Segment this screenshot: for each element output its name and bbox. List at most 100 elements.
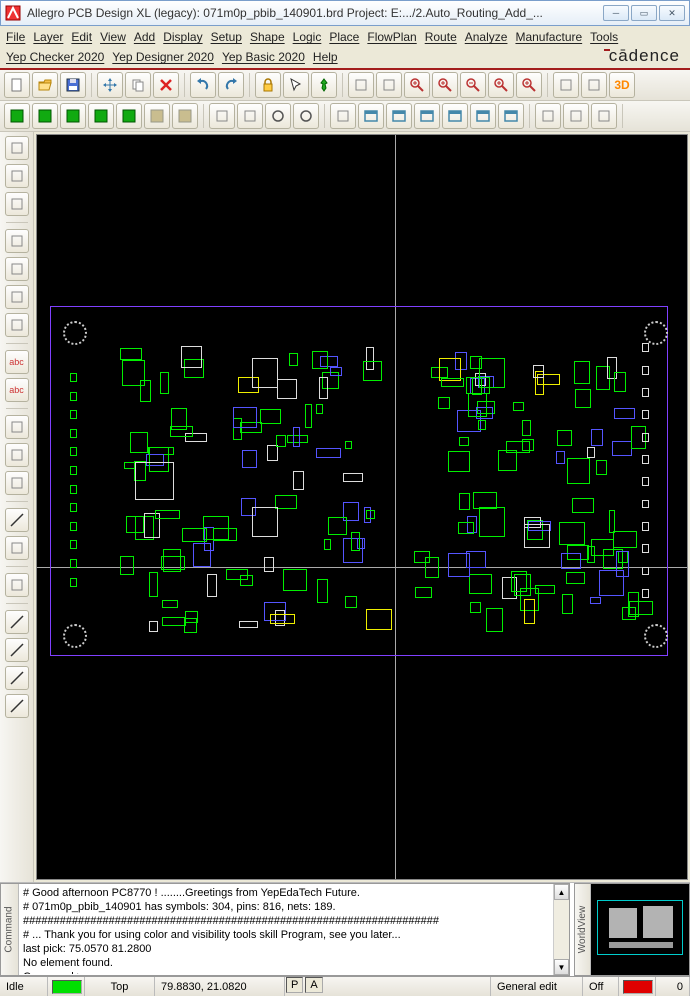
component[interactable] — [239, 621, 257, 629]
component[interactable] — [351, 532, 360, 551]
layers-button[interactable] — [5, 229, 29, 253]
panel2-button[interactable] — [386, 103, 412, 129]
component[interactable] — [587, 447, 595, 458]
component[interactable] — [559, 522, 584, 545]
component[interactable] — [561, 553, 581, 569]
component[interactable] — [567, 458, 590, 484]
undo-button[interactable] — [190, 72, 216, 98]
status-p-toggle[interactable]: P — [286, 977, 303, 993]
status-layer-swatch[interactable] — [52, 980, 82, 994]
component[interactable] — [438, 397, 450, 409]
component[interactable] — [126, 516, 144, 532]
component[interactable] — [70, 429, 78, 438]
component[interactable] — [574, 361, 590, 383]
component[interactable] — [642, 343, 650, 352]
red-sel-button[interactable] — [376, 72, 402, 98]
component[interactable] — [458, 522, 475, 534]
flag1-button[interactable] — [209, 103, 235, 129]
zoom-prev-button[interactable] — [516, 72, 542, 98]
component[interactable] — [293, 471, 304, 490]
scroll-up-button[interactable]: ▲ — [554, 884, 569, 900]
component[interactable] — [479, 507, 505, 537]
text-button[interactable] — [5, 536, 29, 560]
component[interactable] — [130, 432, 148, 454]
ratsnest-button[interactable] — [5, 192, 29, 216]
menu-edit[interactable]: Edit — [71, 30, 92, 44]
save-button[interactable] — [60, 72, 86, 98]
component[interactable] — [642, 366, 650, 375]
zoom-fit-button[interactable] — [432, 72, 458, 98]
component[interactable] — [343, 473, 363, 482]
component[interactable] — [328, 517, 347, 535]
panel3-button[interactable] — [414, 103, 440, 129]
component[interactable] — [252, 507, 278, 537]
maximize-button[interactable]: ▭ — [631, 5, 657, 21]
component[interactable] — [316, 448, 341, 458]
component[interactable] — [160, 372, 169, 395]
minimize-button[interactable]: ─ — [603, 5, 629, 21]
panel1-button[interactable] — [358, 103, 384, 129]
menu-analyze[interactable]: Analyze — [465, 30, 508, 44]
grp-f-button[interactable] — [144, 103, 170, 129]
dim-h-button[interactable] — [563, 103, 589, 129]
scroll-down-button[interactable]: ▼ — [554, 959, 569, 975]
component[interactable] — [642, 567, 650, 576]
component[interactable] — [70, 559, 78, 568]
component[interactable] — [590, 597, 601, 605]
net-button[interactable] — [5, 313, 29, 337]
worldview-canvas[interactable] — [591, 884, 689, 975]
grp-b-button[interactable] — [32, 103, 58, 129]
component[interactable] — [613, 531, 637, 548]
component[interactable] — [612, 441, 633, 456]
menu-shape[interactable]: Shape — [250, 30, 285, 44]
add-button[interactable] — [5, 257, 29, 281]
delete-button[interactable] — [153, 72, 179, 98]
component[interactable] — [557, 430, 572, 447]
component[interactable] — [289, 353, 297, 365]
3d-button[interactable]: 3D — [609, 72, 635, 98]
component[interactable] — [226, 569, 248, 580]
status-a-toggle[interactable]: A — [305, 977, 322, 993]
component[interactable] — [366, 510, 375, 520]
menu-yep-checker-2020[interactable]: Yep Checker 2020 — [6, 50, 104, 64]
component[interactable] — [524, 599, 535, 624]
component[interactable] — [122, 360, 146, 385]
component[interactable] — [182, 528, 207, 542]
component[interactable] — [524, 524, 549, 548]
component[interactable] — [70, 522, 78, 531]
component[interactable] — [522, 420, 531, 436]
component[interactable] — [642, 589, 650, 598]
menu-file[interactable]: File — [6, 30, 25, 44]
panel5-button[interactable] — [470, 103, 496, 129]
component[interactable] — [260, 409, 282, 425]
drc-button[interactable] — [5, 415, 29, 439]
component[interactable] — [629, 601, 653, 615]
command-tab[interactable]: Command — [1, 884, 19, 975]
component[interactable] — [556, 451, 565, 464]
placed-button[interactable] — [5, 136, 29, 160]
component[interactable] — [275, 495, 297, 509]
panel6-button[interactable] — [498, 103, 524, 129]
component[interactable] — [70, 466, 78, 475]
close-button[interactable]: ✕ — [659, 5, 685, 21]
component[interactable] — [562, 594, 573, 614]
component[interactable] — [213, 528, 237, 541]
component[interactable] — [478, 420, 487, 430]
ortho-button[interactable] — [581, 72, 607, 98]
menu-layer[interactable]: Layer — [33, 30, 63, 44]
menu-logic[interactable]: Logic — [293, 30, 322, 44]
component[interactable] — [441, 378, 465, 388]
zoom-out-button[interactable] — [460, 72, 486, 98]
component[interactable] — [207, 574, 217, 596]
component[interactable] — [264, 557, 274, 572]
component[interactable] — [345, 596, 357, 608]
component[interactable] — [479, 358, 505, 388]
component[interactable] — [414, 551, 430, 563]
component[interactable] — [162, 617, 186, 626]
component[interactable] — [317, 579, 329, 603]
component[interactable] — [345, 441, 352, 449]
component[interactable] — [642, 522, 650, 531]
component[interactable] — [506, 441, 530, 453]
component[interactable] — [149, 621, 158, 631]
component[interactable] — [70, 485, 78, 494]
